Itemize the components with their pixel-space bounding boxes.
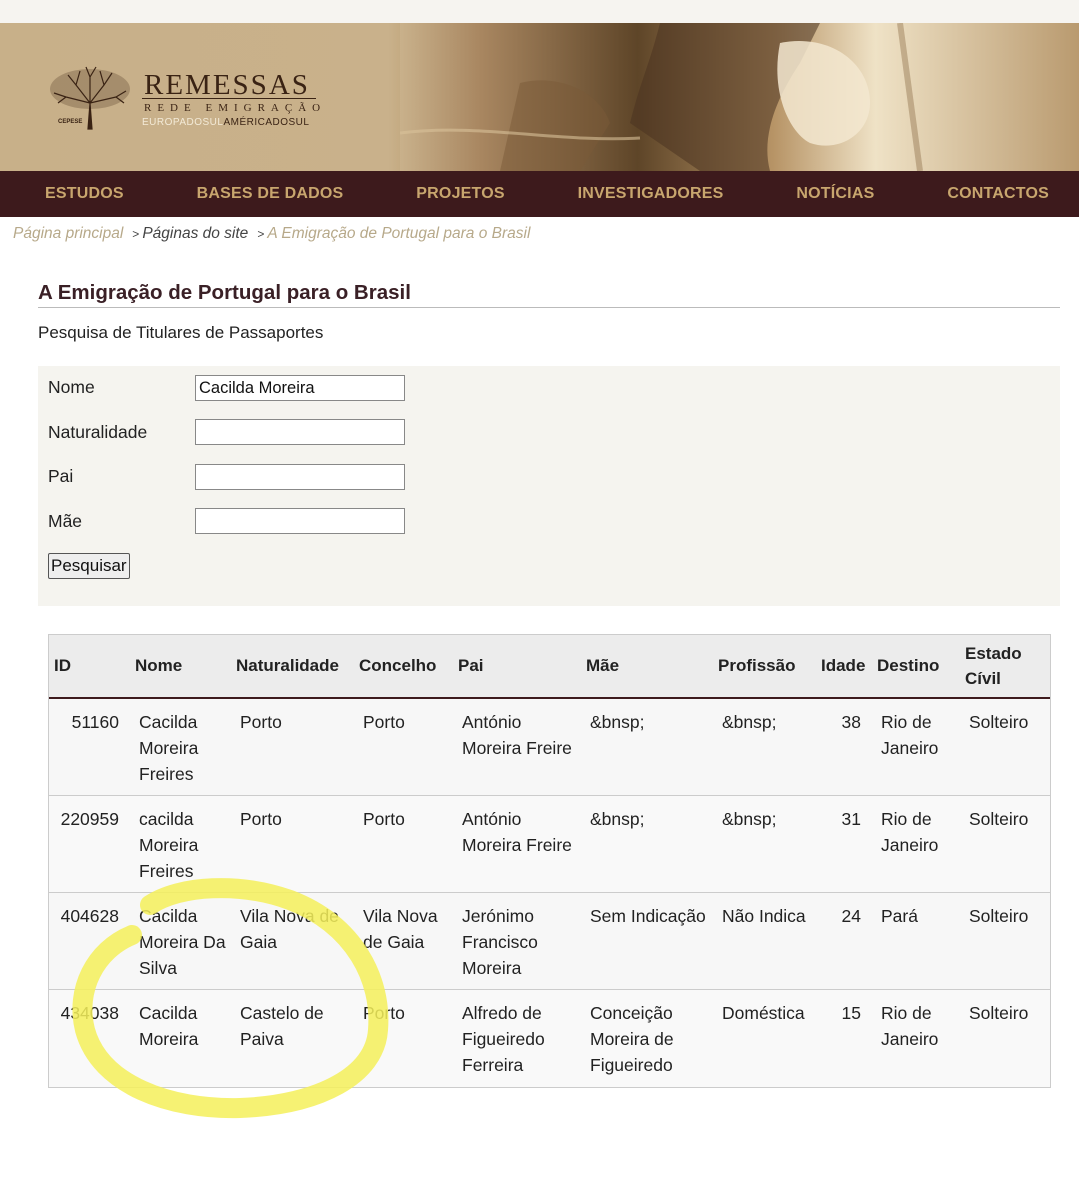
cell-pai: António Moreira Freire: [452, 697, 580, 796]
banner-photo: [400, 23, 1079, 171]
search-form: Nome Naturalidade Pai Mãe Pesquisar: [38, 366, 1060, 606]
cell-nome: Cacilda Moreira Da Silva: [129, 892, 230, 990]
logo-divider: [142, 98, 316, 99]
cell-naturalidade: Porto: [230, 795, 353, 893]
cell-naturalidade: Castelo de Paiva: [230, 989, 353, 1087]
logo-tagline-a: EUROPADOSUL: [142, 117, 224, 128]
pai-label: Pai: [48, 466, 74, 486]
cell-concelho: Porto: [353, 795, 452, 893]
cell-idade: 24: [815, 892, 871, 990]
cell-nome: cacilda Moreira Freires: [129, 795, 230, 893]
table-row: 220959 cacilda Moreira Freires Porto Por…: [48, 795, 1051, 893]
cell-concelho: Porto: [353, 989, 452, 1087]
breadcrumb-separator: >: [257, 227, 265, 241]
cell-destino: Rio de Janeiro: [871, 697, 959, 796]
column-header: Nome: [129, 634, 230, 699]
cell-idade: 38: [815, 697, 871, 796]
table-header-row: ID Nome Naturalidade Concelho Pai Mãe Pr…: [48, 634, 1051, 699]
cell-id: 51160: [48, 697, 129, 796]
column-header: Destino: [871, 634, 959, 699]
column-header: Concelho: [353, 634, 452, 699]
nav-item-bases-de-dados[interactable]: BASES DE DADOS: [197, 185, 344, 203]
cell-mae: &bnsp;: [580, 795, 712, 893]
results-table: ID Nome Naturalidade Concelho Pai Mãe Pr…: [48, 634, 1051, 1087]
mae-label: Mãe: [48, 511, 83, 531]
search-button[interactable]: Pesquisar: [48, 553, 130, 579]
cell-estado-civil: Solteiro: [959, 697, 1051, 796]
cell-profissao: Não Indica: [712, 892, 815, 990]
logo-tagline: EUROPADOSULAMÉRICADOSUL: [142, 117, 309, 128]
title-divider: [38, 307, 1060, 308]
cell-destino: Pará: [871, 892, 959, 990]
nav-item-estudos[interactable]: ESTUDOS: [45, 185, 124, 203]
nav-item-investigadores[interactable]: INVESTIGADORES: [578, 185, 724, 203]
cell-id: 220959: [48, 795, 129, 893]
table-row: 404628 Cacilda Moreira Da Silva Vila Nov…: [48, 892, 1051, 990]
cell-id: 434038: [48, 989, 129, 1087]
cell-estado-civil: Solteiro: [959, 892, 1051, 990]
cell-destino: Rio de Janeiro: [871, 795, 959, 893]
column-header: Idade: [815, 634, 871, 699]
table-row: 434038 Cacilda Moreira Castelo de Paiva …: [48, 989, 1051, 1087]
table-row: 51160 Cacilda Moreira Freires Porto Port…: [48, 697, 1051, 796]
column-header: Estado Cívil: [959, 634, 1051, 699]
column-header: Profissão: [712, 634, 815, 699]
cell-nome: Cacilda Moreira: [129, 989, 230, 1087]
naturalidade-input[interactable]: [195, 419, 405, 445]
cell-profissao: &bnsp;: [712, 697, 815, 796]
cell-mae: &bnsp;: [580, 697, 712, 796]
header-banner: CEPESE REMESSAS REDE EMIGRAÇÃO EUROPADOS…: [0, 23, 1079, 171]
nav-item-projetos[interactable]: PROJETOS: [416, 185, 504, 203]
cell-profissao: &bnsp;: [712, 795, 815, 893]
naturalidade-label: Naturalidade: [48, 422, 148, 442]
cell-mae: Conceição Moreira de Figueiredo: [580, 989, 712, 1087]
nav-item-contactos[interactable]: CONTACTOS: [947, 185, 1049, 203]
cell-pai: António Moreira Freire: [452, 795, 580, 893]
cell-destino: Rio de Janeiro: [871, 989, 959, 1087]
cell-idade: 15: [815, 989, 871, 1087]
column-header: Mãe: [580, 634, 712, 699]
cell-nome: Cacilda Moreira Freires: [129, 697, 230, 796]
logo-tagline-b: AMÉRICADOSUL: [223, 117, 310, 128]
column-header: Naturalidade: [230, 634, 353, 699]
nome-label: Nome: [48, 377, 95, 397]
breadcrumb-separator: >: [132, 227, 140, 241]
cell-pai: Alfredo de Figueiredo Ferreira: [452, 989, 580, 1087]
main-nav: ESTUDOS BASES DE DADOS PROJETOS INVESTIG…: [0, 171, 1079, 217]
cell-concelho: Vila Nova de Gaia: [353, 892, 452, 990]
breadcrumb-current[interactable]: A Emigração de Portugal para o Brasil: [267, 225, 530, 242]
breadcrumb-pages: Páginas do site: [142, 225, 249, 242]
cell-id: 404628: [48, 892, 129, 990]
nome-input[interactable]: [195, 375, 405, 401]
cell-estado-civil: Solteiro: [959, 795, 1051, 893]
column-header: Pai: [452, 634, 580, 699]
breadcrumb-home-link[interactable]: Página principal: [13, 225, 123, 242]
page-title: A Emigração de Portugal para o Brasil: [38, 281, 411, 304]
cell-pai: Jerónimo Francisco Moreira: [452, 892, 580, 990]
mae-input[interactable]: [195, 508, 405, 534]
cell-concelho: Porto: [353, 697, 452, 796]
page-subtitle: Pesquisa de Titulares de Passaportes: [38, 323, 324, 342]
cell-naturalidade: Vila Nova de Gaia: [230, 892, 353, 990]
column-header: ID: [48, 634, 129, 699]
cell-naturalidade: Porto: [230, 697, 353, 796]
cepese-label: CEPESE: [58, 119, 83, 125]
breadcrumb: Página principal > Páginas do site > A Emigr…: [13, 225, 530, 243]
cell-mae: Sem Indicação: [580, 892, 712, 990]
top-strip: [0, 0, 1079, 23]
pai-input[interactable]: [195, 464, 405, 490]
cell-estado-civil: Solteiro: [959, 989, 1051, 1087]
nav-item-noticias[interactable]: NOTÍCIAS: [796, 185, 874, 203]
logo-subtitle: REDE EMIGRAÇÃO: [144, 102, 327, 114]
cell-idade: 31: [815, 795, 871, 893]
cell-profissao: Doméstica: [712, 989, 815, 1087]
